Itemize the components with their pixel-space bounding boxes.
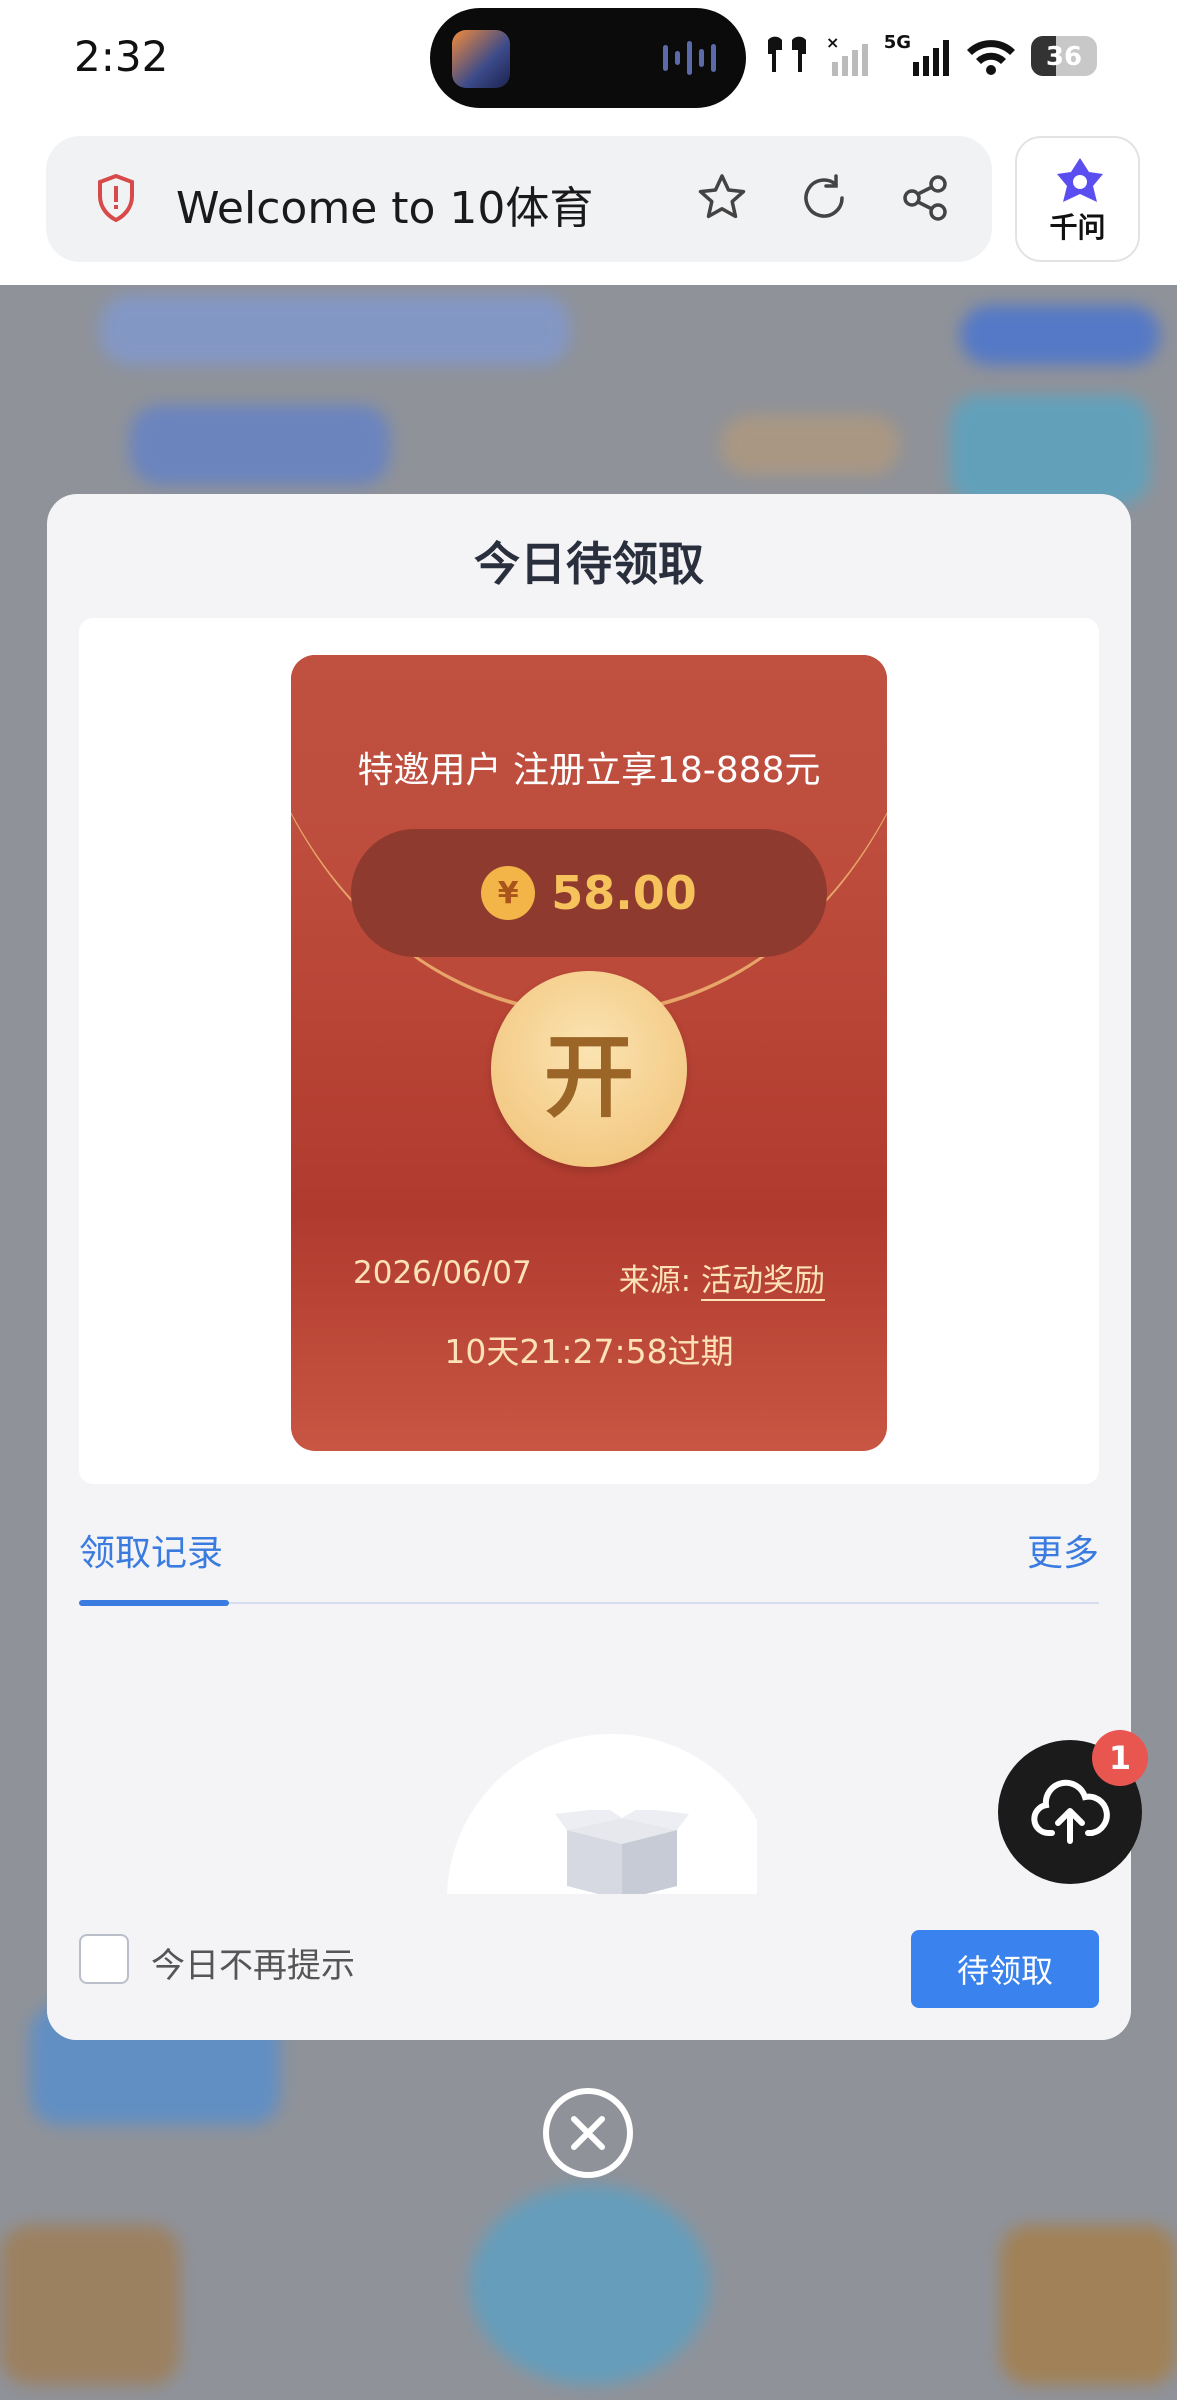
network-type: 5G xyxy=(883,31,911,53)
notification-badge: 1 xyxy=(1092,1730,1148,1786)
reward-amount: 58.00 xyxy=(551,866,697,920)
cloud-upload-icon xyxy=(1031,1779,1110,1844)
tab-active-indicator xyxy=(79,1600,229,1606)
close-modal-button[interactable] xyxy=(543,2088,633,2178)
qianwen-label: 千问 xyxy=(1049,211,1106,244)
records-tabbar: 领取记录 更多 xyxy=(79,1514,1099,1606)
source-link[interactable]: 活动奖励 xyxy=(701,1263,825,1301)
now-playing-app-icon xyxy=(452,30,510,88)
dynamic-island[interactable] xyxy=(430,8,746,108)
envelope-subtitle: 特邀用户 注册立享18-888元 xyxy=(357,750,821,791)
dont-remind-checkbox[interactable] xyxy=(79,1934,129,1984)
earbuds-icon xyxy=(767,36,806,72)
signal-muted-icon: × xyxy=(826,34,868,76)
envelope-expiry: 10天21:27:58过期 xyxy=(444,1332,734,1371)
svg-text:×: × xyxy=(826,34,839,52)
yuan-coin-icon: ¥ xyxy=(481,866,536,920)
qianwen-logo-icon xyxy=(1057,158,1103,202)
battery-level: 36 xyxy=(1045,42,1083,72)
modal-title: 今日待领取 xyxy=(474,537,704,591)
address-bar[interactable]: Welcome to 10体育 xyxy=(46,136,992,262)
reload-icon[interactable] xyxy=(798,172,850,224)
red-envelope-card: 特邀用户 注册立享18-888元 ¥ 58.00 开 2026/06/07 来源… xyxy=(79,618,1099,1484)
envelope-date: 2026/06/07 xyxy=(353,1255,532,1291)
close-icon xyxy=(571,2116,605,2150)
empty-state-illustration xyxy=(427,1734,757,1894)
red-envelope[interactable]: 特邀用户 注册立享18-888元 ¥ 58.00 开 2026/06/07 来源… xyxy=(291,655,887,1451)
wifi-icon xyxy=(967,40,1015,75)
signal-icon xyxy=(913,40,949,76)
envelope-source: 来源: 活动奖励 xyxy=(618,1255,825,1301)
modal-footer: 今日不再提示 待领取 xyxy=(47,1900,1131,2040)
star-icon[interactable] xyxy=(696,172,748,224)
pending-claim-button[interactable]: 待领取 xyxy=(911,1930,1099,2008)
empty-box-icon xyxy=(555,1810,689,1894)
share-icon[interactable] xyxy=(900,172,952,224)
system-indicators: × 5G 36 xyxy=(762,31,1097,78)
status-time: 2:32 xyxy=(74,32,169,81)
source-label: 来源: xyxy=(618,1263,692,1299)
tab-claim-records[interactable]: 领取记录 xyxy=(79,1524,223,1576)
daily-reward-modal: 今日待领取 特邀用户 注册立享18-888元 ¥ 58.00 开 2026/06… xyxy=(47,494,1131,2040)
qianwen-assistant-button[interactable]: 千问 xyxy=(1015,136,1140,262)
battery-indicator: 36 xyxy=(1031,36,1097,76)
audio-wave-icon xyxy=(663,40,716,76)
status-bar: 2:32 × 5G 36 xyxy=(0,0,1177,120)
shield-icon[interactable] xyxy=(96,174,136,222)
more-link[interactable]: 更多 xyxy=(1027,1524,1099,1576)
dont-remind-label[interactable]: 今日不再提示 xyxy=(151,1938,355,1987)
amount-pill: ¥ 58.00 xyxy=(351,829,827,957)
page-title[interactable]: Welcome to 10体育 xyxy=(176,172,593,236)
open-envelope-button[interactable]: 开 xyxy=(491,971,687,1167)
